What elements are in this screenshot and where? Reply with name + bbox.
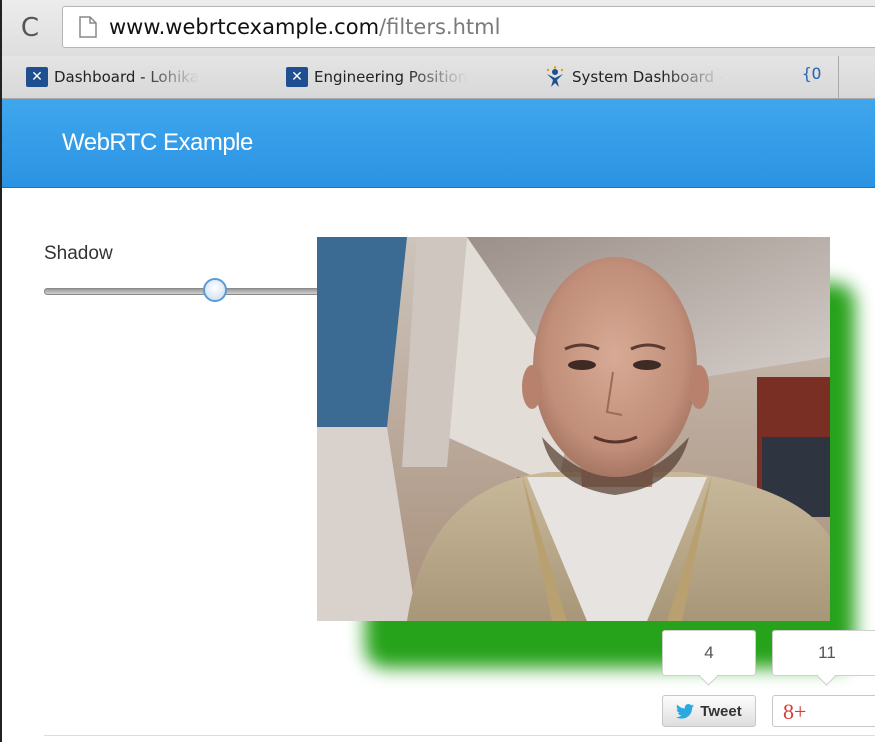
divider [44, 735, 875, 736]
twitter-bird-icon [676, 703, 695, 719]
browser-toolbar: C www.webrtcexample.com/filters.html [2, 0, 875, 56]
navbar: WebRTC Example [2, 99, 875, 188]
bookmark-overflow[interactable]: {O [802, 64, 821, 83]
brand-title[interactable]: WebRTC Example [62, 129, 253, 157]
bookmark-system-dashboard[interactable]: System Dashboard - [544, 64, 776, 90]
url-path: /filters.html [379, 15, 501, 39]
webcam-video [317, 237, 830, 621]
bookmark-engineering-position[interactable]: ✕ Engineering Position [286, 64, 518, 90]
gplus-count-bubble: 11 [772, 630, 875, 686]
slider-track[interactable] [44, 288, 334, 295]
bookmark-label: System Dashboard - [572, 68, 725, 86]
shadow-slider[interactable] [44, 278, 334, 304]
bubble-notch [817, 667, 836, 686]
gplus-icon: 8+ [783, 699, 807, 724]
url-text: www.webrtcexample.com/filters.html [109, 15, 500, 39]
gplus-button[interactable]: 8+ [772, 695, 875, 727]
bookmark-label: Engineering Position [314, 68, 468, 86]
tweet-button[interactable]: Tweet [662, 695, 756, 727]
reload-icon[interactable]: C [12, 10, 48, 46]
bubble-notch [699, 667, 718, 686]
slider-thumb[interactable] [203, 278, 228, 302]
bookmark-dashboard-lohika[interactable]: ✕ Dashboard - Lohika [26, 64, 256, 90]
divider [838, 56, 839, 98]
gplus-count: 11 [818, 643, 836, 662]
page-icon [79, 16, 97, 38]
jira-icon: ✕ [26, 67, 48, 87]
jira-icon: ✕ [286, 67, 308, 87]
tweet-count-bubble: 4 [662, 630, 756, 686]
star-person-icon [546, 66, 564, 87]
tweet-label: Tweet [700, 702, 742, 720]
shadow-label: Shadow [44, 243, 113, 264]
tweet-count: 4 [704, 643, 714, 662]
webcam-frame-image [317, 237, 830, 621]
bookmarks-bar: ✕ Dashboard - Lohika ✕ Engineering Posit… [2, 56, 875, 99]
address-bar[interactable]: www.webrtcexample.com/filters.html [62, 6, 875, 48]
bookmark-label: Dashboard - Lohika [54, 68, 199, 86]
url-domain: www.webrtcexample.com [109, 15, 380, 39]
